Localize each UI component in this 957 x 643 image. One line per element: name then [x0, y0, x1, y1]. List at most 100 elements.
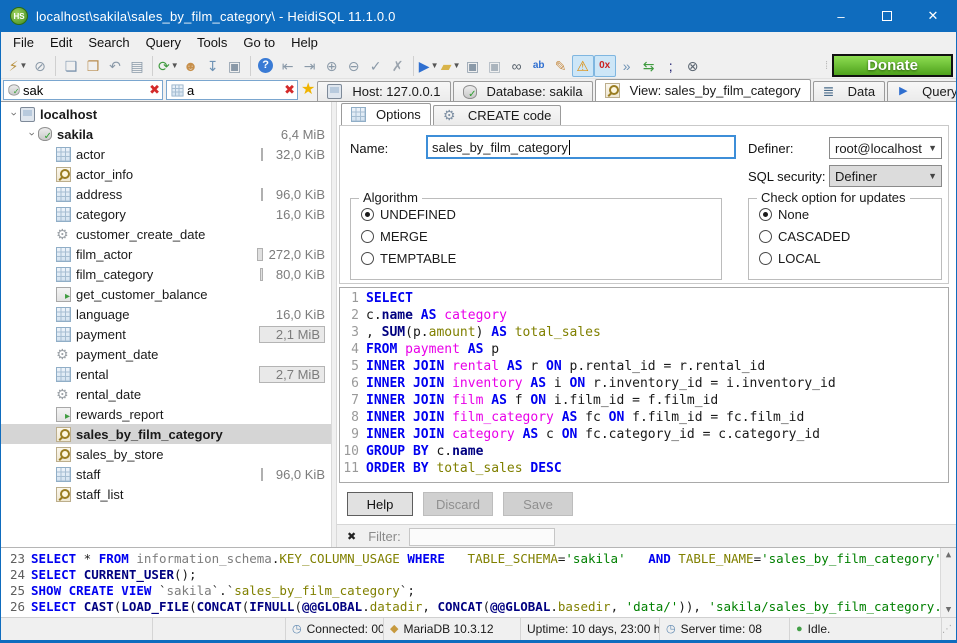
tree-item-film_actor[interactable]: film_actor272,0 KiB — [1, 244, 331, 264]
tab-query[interactable]: Query — [887, 81, 957, 101]
radio-none[interactable]: None — [759, 207, 809, 222]
insert-row-button[interactable]: ⊕ — [321, 55, 343, 77]
radio-temptable[interactable]: TEMPTABLE — [361, 251, 456, 266]
help-button[interactable]: Help — [347, 492, 413, 516]
tab-options[interactable]: Options — [341, 103, 431, 125]
clear-filter-icon[interactable]: ✖ — [149, 82, 160, 98]
dropdown-arrow-icon[interactable]: ▼ — [171, 61, 179, 70]
log-scrollbar[interactable]: ▲ ▼ — [940, 548, 956, 617]
menu-help[interactable]: Help — [283, 33, 326, 52]
user-manager-button[interactable]: ☻ — [180, 55, 202, 77]
tree-item-localhost[interactable]: ›localhost — [1, 104, 331, 124]
dropdown-arrow-icon[interactable]: ▼ — [431, 61, 439, 70]
close-filter-icon[interactable]: ✖ — [337, 530, 368, 543]
tree-item-payment_date[interactable]: payment_date — [1, 344, 331, 364]
radio-button-icon[interactable] — [361, 230, 374, 243]
tree-item-staff_list[interactable]: staff_list — [1, 484, 331, 504]
scroll-down-icon[interactable]: ▼ — [941, 605, 956, 615]
help-button[interactable]: ? — [255, 55, 277, 77]
menu-tools[interactable]: Tools — [189, 33, 235, 52]
tab-create-code[interactable]: CREATE code — [433, 105, 562, 125]
tree-item-rental_date[interactable]: rental_date — [1, 384, 331, 404]
dropdown-arrow-icon[interactable]: ▼ — [19, 61, 27, 70]
send-next-button[interactable]: » — [616, 55, 638, 77]
tab-view[interactable]: View: sales_by_film_category — [595, 79, 811, 101]
tree-item-address[interactable]: address96,0 KiB — [1, 184, 331, 204]
execute-query-button[interactable]: ▶▼ — [418, 55, 440, 77]
replace-text-button[interactable]: ab — [528, 55, 550, 77]
delete-row-button[interactable]: ⊖ — [343, 55, 365, 77]
stop-on-errors-button[interactable]: ⚠ — [572, 55, 594, 77]
tree-item-sakila[interactable]: ›sakila6,4 MiB — [1, 124, 331, 144]
disconnect-button[interactable]: ⊘ — [29, 55, 51, 77]
tree-item-get_customer_balance[interactable]: get_customer_balance — [1, 284, 331, 304]
first-record-button[interactable]: ⇤ — [277, 55, 299, 77]
radio-local[interactable]: LOCAL — [759, 251, 821, 266]
delimiter-button[interactable]: ; — [660, 55, 682, 77]
cancel-query-button[interactable]: ⊗ — [682, 55, 704, 77]
save-grid-button[interactable]: ▣ — [224, 55, 246, 77]
tab-data[interactable]: Data — [813, 81, 885, 101]
definer-select[interactable]: root@localhost ▼ — [829, 137, 942, 159]
view-name-input[interactable]: sales_by_film_category — [426, 135, 736, 159]
tree-item-rewards_report[interactable]: rewards_report — [1, 404, 331, 424]
tree-item-sales_by_store[interactable]: sales_by_store — [1, 444, 331, 464]
copy-button[interactable]: ❏ — [60, 55, 82, 77]
view-sql-editor[interactable]: 1SELECT2c.name AS category3, SUM(p.amoun… — [339, 287, 949, 483]
column-filter-input[interactable] — [187, 83, 279, 98]
tab-host[interactable]: Host: 127.0.0.1 — [317, 81, 450, 101]
tree-item-actor[interactable]: actor32,0 KiB — [1, 144, 331, 164]
save-sql-as-button[interactable]: ▣ — [484, 55, 506, 77]
print-button[interactable]: ▤ — [126, 55, 148, 77]
radio-merge[interactable]: MERGE — [361, 229, 428, 244]
tree-item-film_category[interactable]: film_category80,0 KiB — [1, 264, 331, 284]
tree-item-language[interactable]: language16,0 KiB — [1, 304, 331, 324]
maximize-button[interactable] — [864, 0, 910, 32]
radio-cascaded[interactable]: CASCADED — [759, 229, 850, 244]
menu-file[interactable]: File — [5, 33, 42, 52]
expander-icon[interactable]: › — [8, 108, 20, 121]
last-record-button[interactable]: ⇥ — [299, 55, 321, 77]
cancel-edit-button[interactable]: ✗ — [387, 55, 409, 77]
session-manager-button[interactable]: ⚡▼ — [7, 55, 29, 77]
menu-query[interactable]: Query — [138, 33, 189, 52]
save-sql-button[interactable]: ▣ — [462, 55, 484, 77]
table-filter-input[interactable] — [23, 83, 144, 98]
find-text-button[interactable]: ∞ — [506, 55, 528, 77]
radio-button-icon[interactable] — [361, 252, 374, 265]
expander-icon[interactable]: › — [26, 128, 38, 141]
filter-input[interactable] — [409, 528, 555, 546]
radio-button-icon[interactable] — [759, 208, 772, 221]
menu-edit[interactable]: Edit — [42, 33, 80, 52]
tab-database[interactable]: Database: sakila — [453, 81, 593, 101]
tree-item-category[interactable]: category16,0 KiB — [1, 204, 331, 224]
tree-item-sales_by_film_category[interactable]: sales_by_film_category — [1, 424, 331, 444]
bind-params-button[interactable]: 0x — [594, 55, 616, 77]
dropdown-arrow-icon[interactable]: ▼ — [453, 61, 461, 70]
radio-undefined[interactable]: UNDEFINED — [361, 207, 456, 222]
close-button[interactable]: ✕ — [910, 0, 956, 32]
donate-button[interactable]: Donate — [832, 54, 953, 77]
radio-button-icon[interactable] — [361, 208, 374, 221]
sql-security-select[interactable]: Definer ▼ — [829, 165, 942, 187]
radio-button-icon[interactable] — [759, 252, 772, 265]
tree-item-actor_info[interactable]: actor_info — [1, 164, 331, 184]
tree-item-rental[interactable]: rental2,7 MiB — [1, 364, 331, 384]
paste-button[interactable]: ❐ — [82, 55, 104, 77]
tree-item-payment[interactable]: payment2,1 MiB — [1, 324, 331, 344]
menu-search[interactable]: Search — [80, 33, 137, 52]
tree-item-staff[interactable]: staff96,0 KiB — [1, 464, 331, 484]
resize-grip-icon[interactable]: ⋰ — [942, 624, 956, 635]
minimize-button[interactable]: – — [818, 0, 864, 32]
scroll-up-icon[interactable]: ▲ — [941, 550, 956, 560]
reformat-sql-button[interactable]: ✎ — [550, 55, 572, 77]
reconnect-button[interactable]: ⇆ — [638, 55, 660, 77]
export-button[interactable]: ↧ — [202, 55, 224, 77]
undo-button[interactable]: ↶ — [104, 55, 126, 77]
refresh-button[interactable]: ⟳▼ — [157, 55, 180, 77]
favorites-star-icon[interactable]: ★ — [301, 82, 315, 99]
post-changes-button[interactable]: ✓ — [365, 55, 387, 77]
tree-item-customer_create_date[interactable]: customer_create_date — [1, 224, 331, 244]
radio-button-icon[interactable] — [759, 230, 772, 243]
menu-go-to[interactable]: Go to — [235, 33, 283, 52]
